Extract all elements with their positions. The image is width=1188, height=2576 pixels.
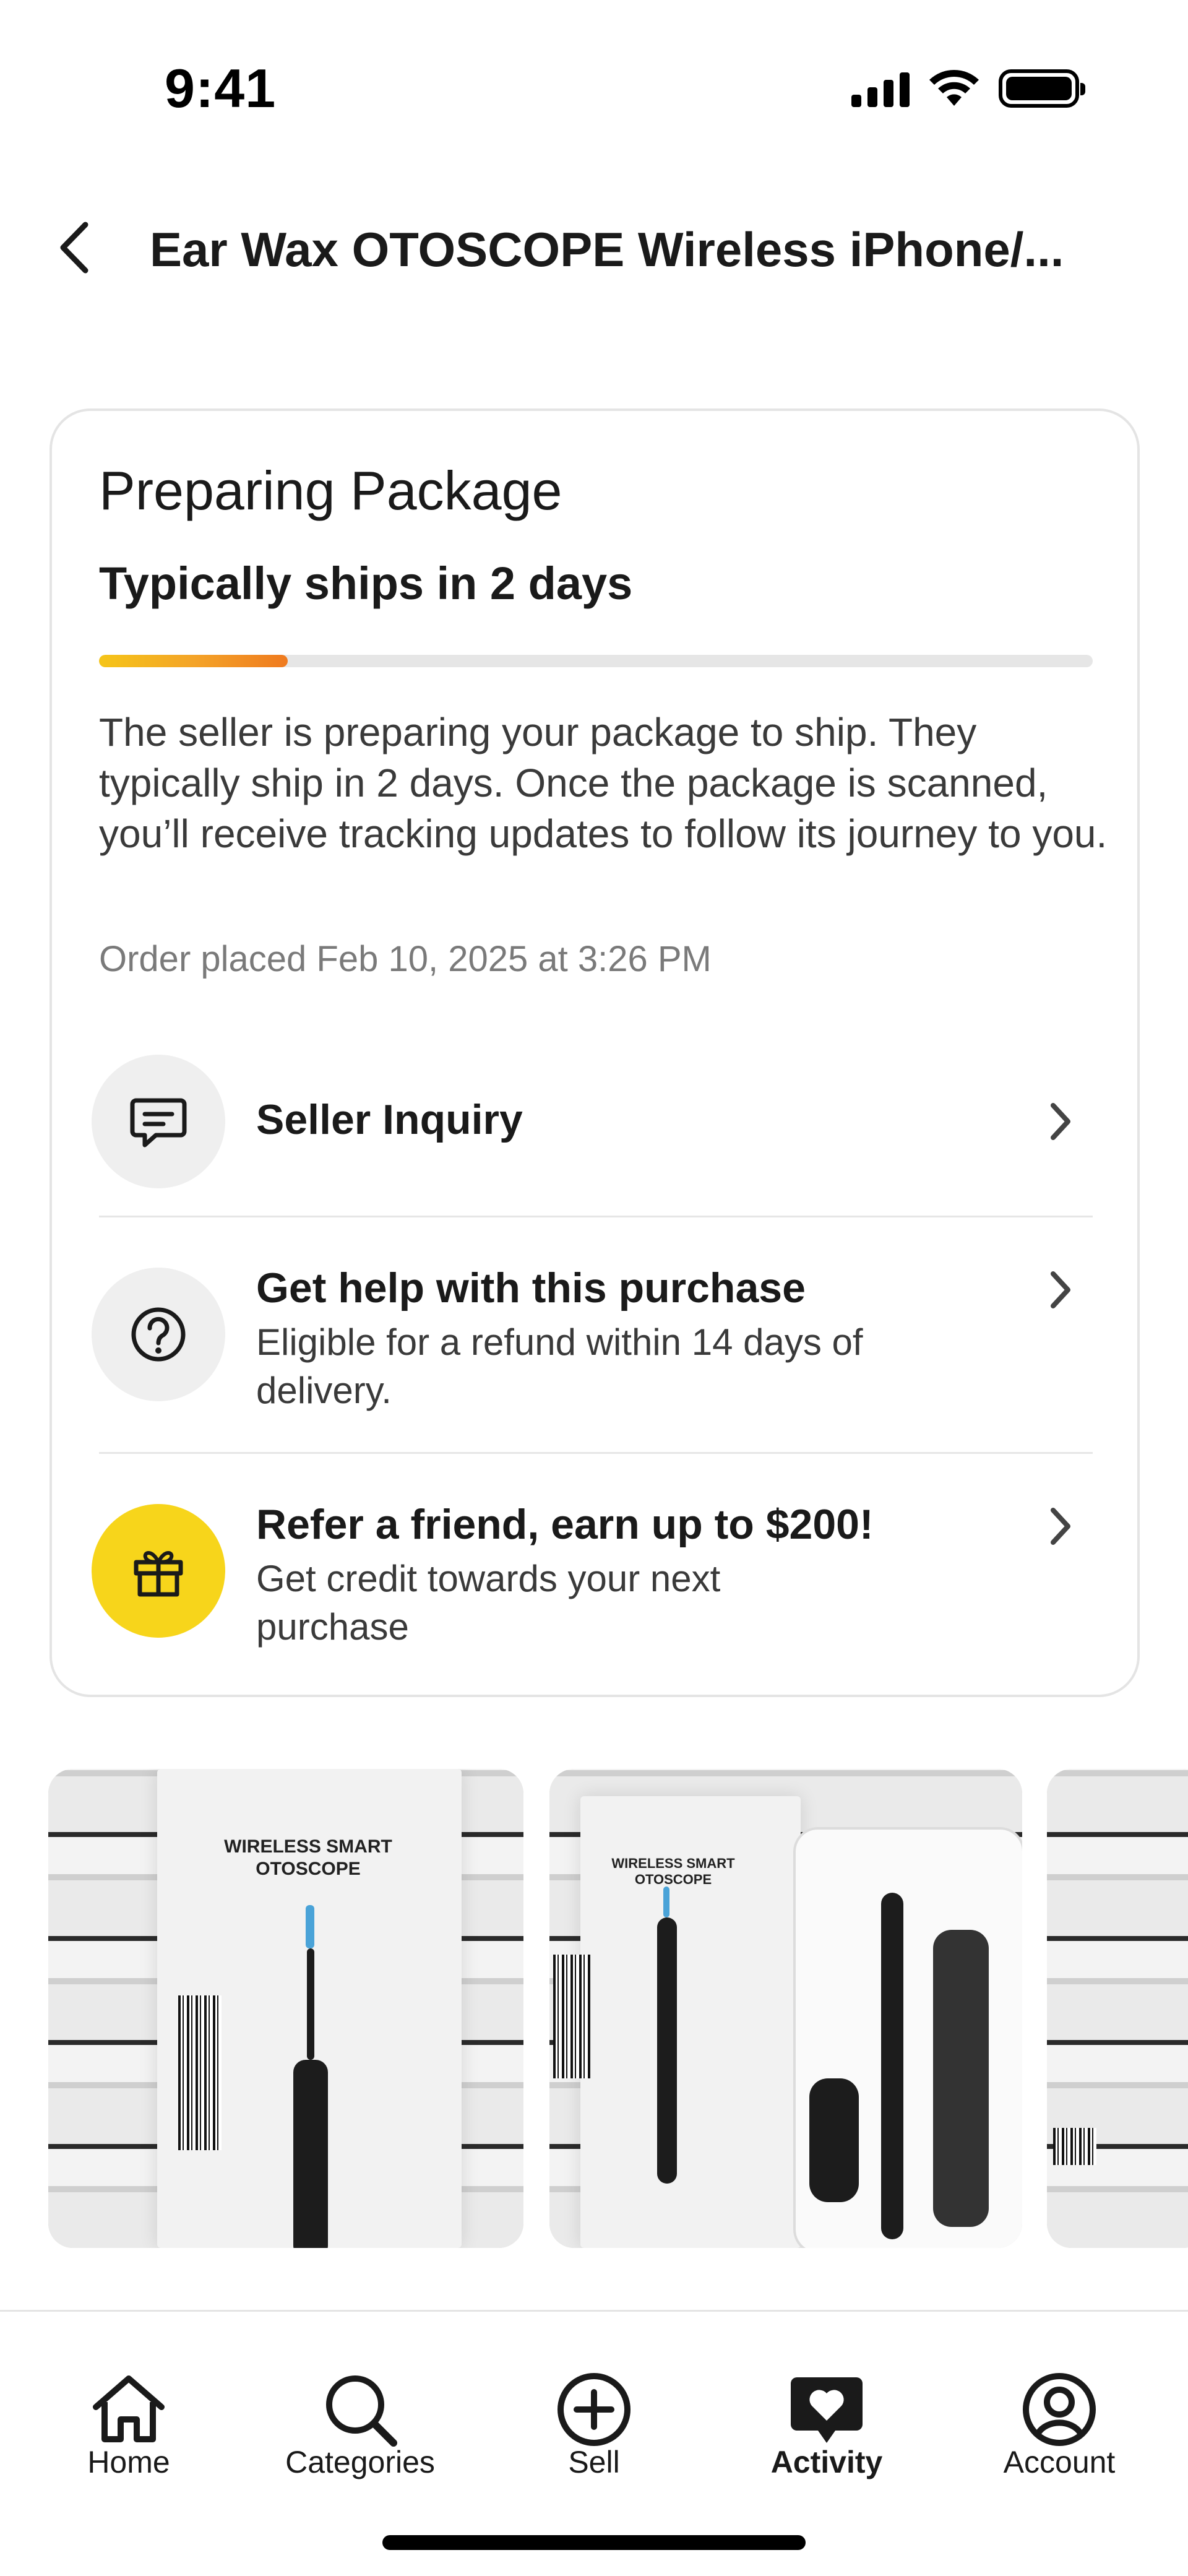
device-tip xyxy=(663,1887,669,1917)
device-handle xyxy=(881,1893,903,2239)
tab-label: Account xyxy=(1003,2445,1116,2479)
product-photo[interactable]: WIRELESS SMART OTOSCOPE xyxy=(549,1769,1022,2248)
seller-inquiry-icon-circle xyxy=(92,1055,225,1188)
box-label: WIRELESS SMART OTOSCOPE xyxy=(224,1836,392,1879)
status-bar: 9:41 xyxy=(0,0,1188,155)
search-icon xyxy=(317,2366,403,2453)
device-probe xyxy=(307,1948,314,2060)
get-help-row[interactable]: Get help with this purchase Eligible for… xyxy=(52,1264,1142,1428)
shipping-progress-fill xyxy=(99,655,288,667)
tab-label: Activity xyxy=(770,2445,883,2479)
ear-tips xyxy=(933,1930,989,2227)
status-icons xyxy=(851,67,1085,110)
divider xyxy=(99,1216,1093,1217)
chevron-right-icon xyxy=(1036,1265,1085,1315)
box-label: WIRELESS SMART OTOSCOPE xyxy=(611,1856,735,1887)
gift-icon xyxy=(134,1551,183,1597)
get-help-title: Get help with this purchase xyxy=(256,1264,806,1312)
status-title: Preparing Package xyxy=(99,460,562,521)
wifi-icon xyxy=(929,70,979,106)
chat-icon xyxy=(130,1098,187,1148)
order-placed-date: Order placed Feb 10, 2025 at 3:26 PM xyxy=(99,939,712,979)
tab-activity[interactable]: Activity xyxy=(728,2312,926,2479)
header: Ear Wax OTOSCOPE Wireless iPhone/... xyxy=(0,204,1188,291)
tab-home[interactable]: Home xyxy=(30,2312,228,2479)
get-help-subtitle: Eligible for a refund within 14 days of … xyxy=(256,1321,863,1411)
tab-label: Home xyxy=(87,2445,170,2479)
chevron-right-icon xyxy=(1036,1097,1085,1146)
battery-icon xyxy=(999,69,1085,108)
barcode xyxy=(553,1955,590,2078)
shipping-estimate: Typically ships in 2 days xyxy=(99,558,633,609)
page-title: Ear Wax OTOSCOPE Wireless iPhone/... xyxy=(150,222,1064,277)
barcode xyxy=(1053,2128,1096,2165)
seller-inquiry-row[interactable]: Seller Inquiry xyxy=(52,1055,1142,1188)
tab-sell[interactable]: Sell xyxy=(495,2312,693,2479)
account-icon xyxy=(1016,2366,1103,2453)
shipping-progress-bar xyxy=(99,655,1093,667)
device-handle xyxy=(657,1917,677,2184)
device-handle xyxy=(293,2060,328,2248)
refer-friend-icon-circle xyxy=(92,1504,225,1638)
back-button[interactable] xyxy=(43,217,105,279)
tab-label: Sell xyxy=(568,2445,620,2479)
divider xyxy=(99,1452,1093,1454)
refer-friend-subtitle: Get credit towards your next purchase xyxy=(256,1558,721,1648)
chevron-right-icon xyxy=(1036,1502,1085,1551)
charging-cable xyxy=(809,2078,859,2202)
cellular-signal-icon xyxy=(851,70,910,107)
product-photo[interactable]: WIRELESS SMART OTOSCOPE xyxy=(48,1769,523,2248)
chevron-left-icon xyxy=(60,222,88,274)
tab-account[interactable]: Account xyxy=(960,2312,1158,2479)
plus-circle-icon xyxy=(551,2366,637,2453)
device-tip xyxy=(306,1905,314,1948)
seller-inquiry-title: Seller Inquiry xyxy=(256,1096,523,1143)
tab-label: Categories xyxy=(285,2445,435,2479)
question-circle-icon xyxy=(131,1307,186,1362)
get-help-icon-circle xyxy=(92,1268,225,1401)
home-indicator[interactable] xyxy=(382,2535,806,2550)
refer-friend-row[interactable]: Refer a friend, earn up to $200! Get cre… xyxy=(52,1501,1142,1665)
tab-categories[interactable]: Categories xyxy=(261,2312,459,2479)
refer-friend-title: Refer a friend, earn up to $200! xyxy=(256,1501,874,1548)
order-status-card: Preparing Package Typically ships in 2 d… xyxy=(50,408,1140,1697)
product-photos-carousel[interactable]: WIRELESS SMART OTOSCOPE WIRELESS SMART O… xyxy=(0,1769,1188,2248)
product-photo[interactable] xyxy=(1047,1769,1188,2248)
heart-chat-icon xyxy=(783,2366,870,2453)
home-icon xyxy=(85,2366,172,2453)
status-time: 9:41 xyxy=(165,58,277,119)
barcode xyxy=(178,1995,222,2150)
status-description: The seller is preparing your package to … xyxy=(99,710,1108,856)
